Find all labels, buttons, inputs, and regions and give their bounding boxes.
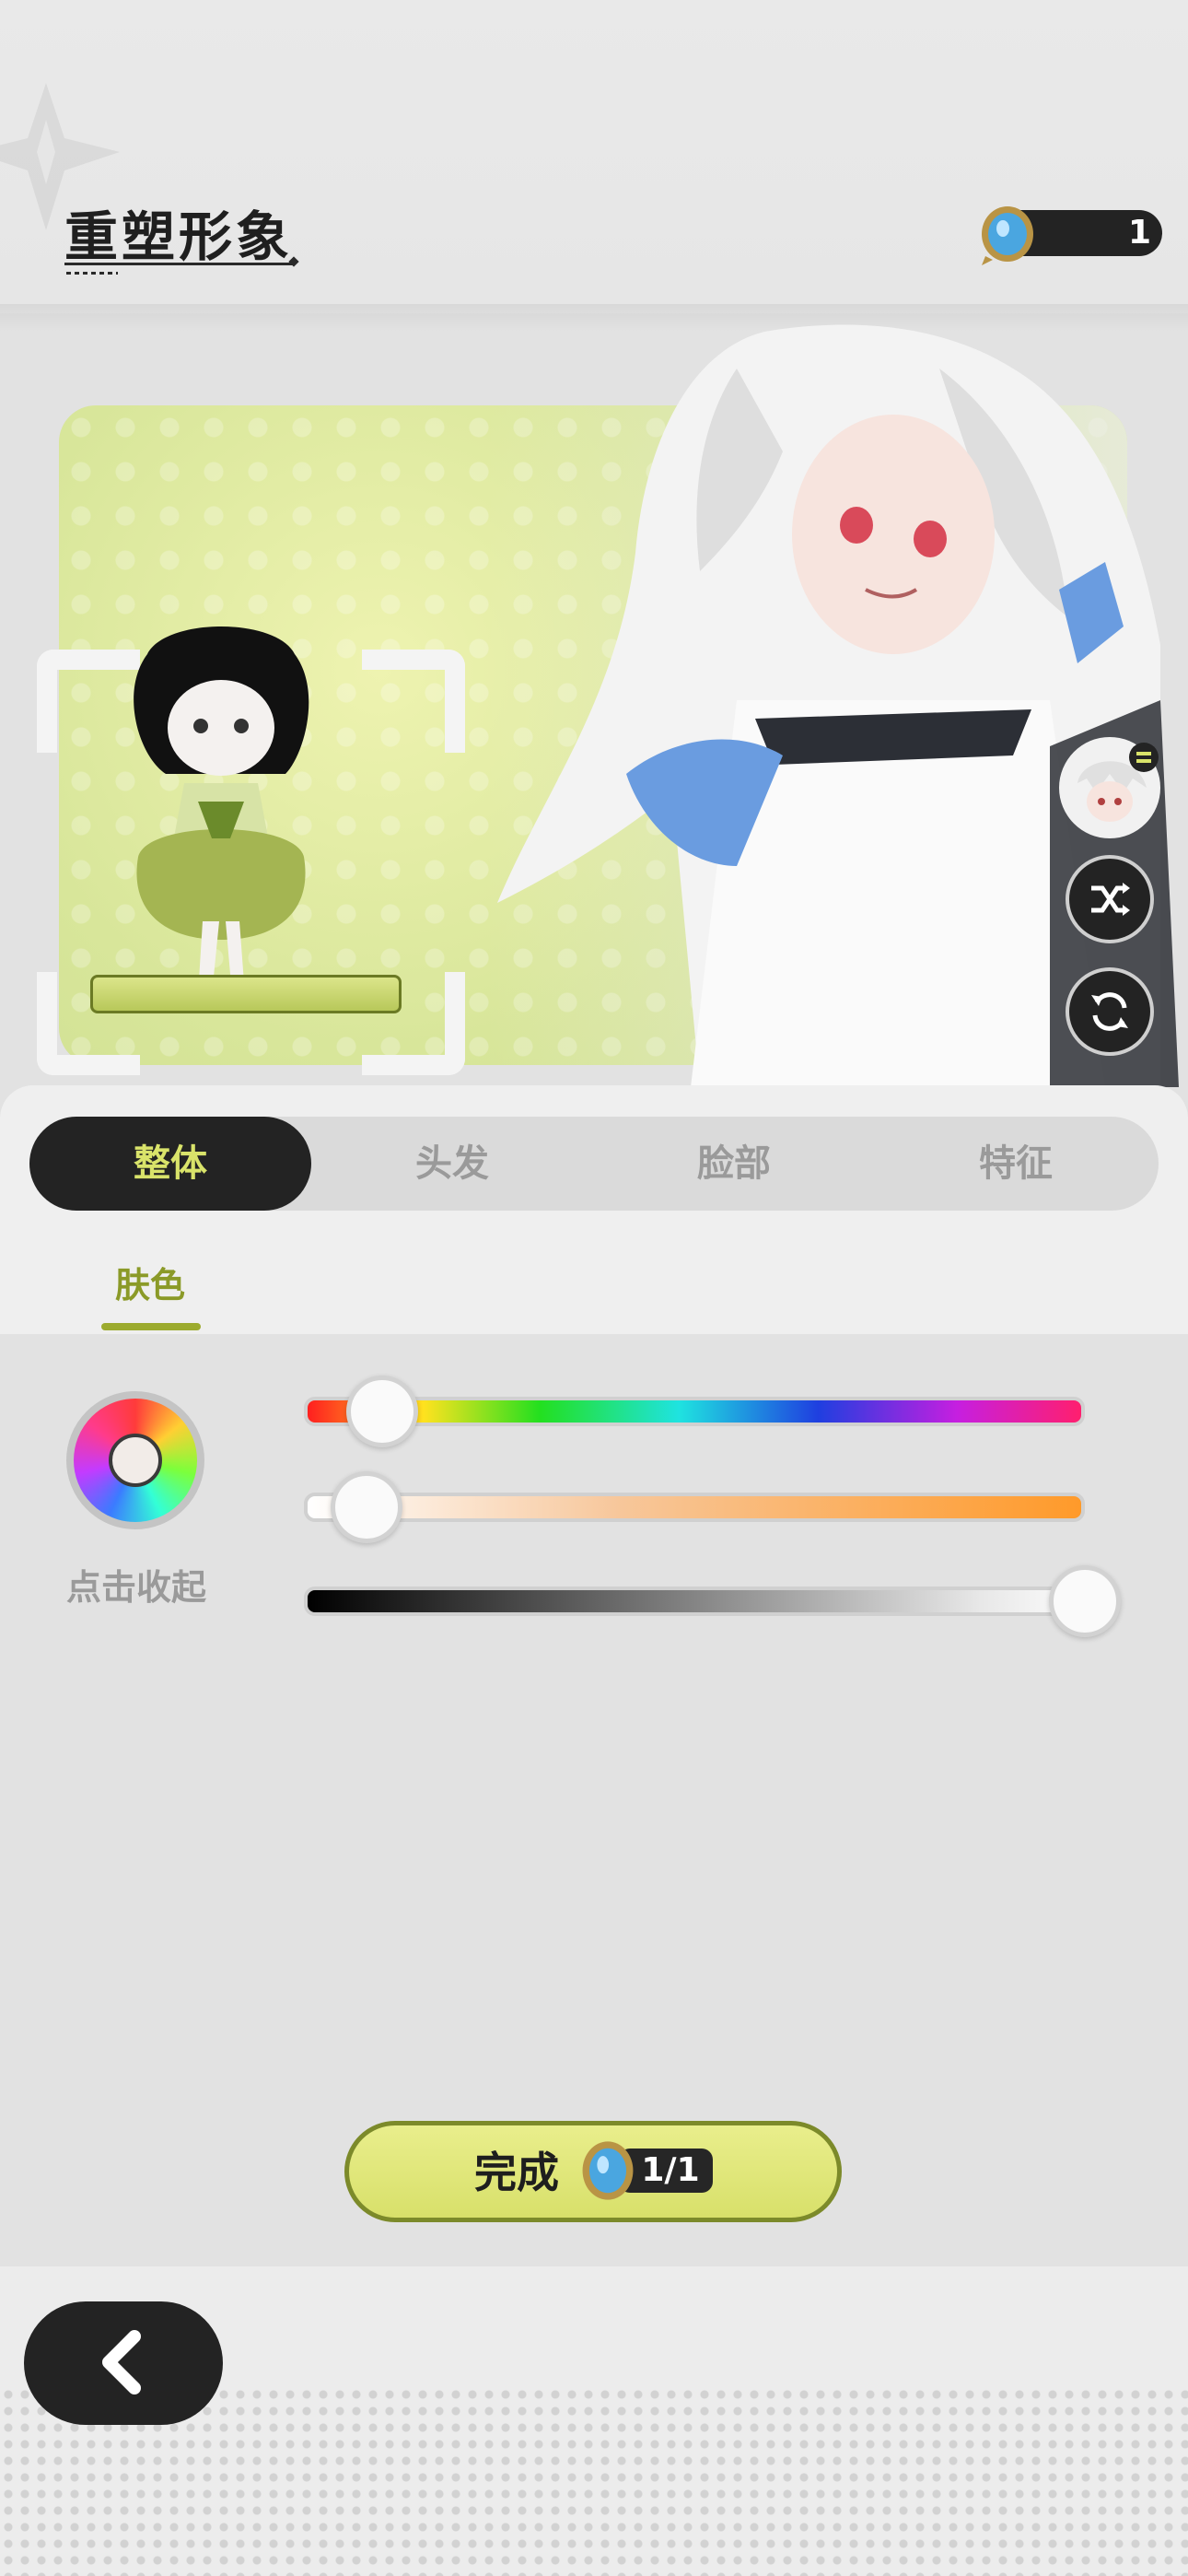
brightness-slider[interactable] [304, 1587, 1103, 1616]
saturation-slider[interactable] [304, 1493, 1085, 1522]
chevron-left-icon [102, 2330, 141, 2395]
subtab-underline [101, 1323, 201, 1330]
chibi-character [134, 626, 309, 995]
hue-slider-thumb[interactable] [345, 1376, 418, 1447]
hue-slider[interactable] [304, 1397, 1085, 1426]
refresh-icon [1091, 992, 1128, 1031]
character-portrait [497, 324, 1179, 1087]
frame-corner [362, 650, 465, 753]
current-color-swatch [109, 1434, 162, 1487]
avatar-toggle-button[interactable] [1059, 737, 1160, 838]
character-stand [90, 975, 402, 1013]
tab-overall[interactable]: 整体 [29, 1117, 311, 1211]
brightness-slider-thumb[interactable] [1049, 1565, 1121, 1637]
title-dots [66, 272, 118, 275]
saturation-slider-thumb[interactable] [331, 1471, 403, 1543]
collapse-label[interactable]: 点击收起 [55, 1559, 217, 1610]
tab-hair[interactable]: 头发 [311, 1117, 593, 1211]
random-button[interactable] [1066, 855, 1154, 943]
confirm-label: 完成 [474, 2148, 559, 2197]
back-button[interactable] [24, 2301, 223, 2425]
subtab-skin-color[interactable]: 肤色 [101, 1257, 199, 1307]
page-title: 重塑形象 [64, 205, 294, 268]
currency-count: 1 [1127, 214, 1151, 252]
tab-traits[interactable]: 特征 [875, 1117, 1157, 1211]
mirror-token-icon [982, 206, 1033, 265]
title-underline [64, 263, 295, 265]
mirror-token-icon [582, 2141, 634, 2200]
avatar-swap-icon [1073, 743, 1159, 829]
reset-button[interactable] [1066, 967, 1154, 1056]
shuffle-icon [1091, 883, 1130, 916]
tab-face[interactable]: 脸部 [593, 1117, 875, 1211]
